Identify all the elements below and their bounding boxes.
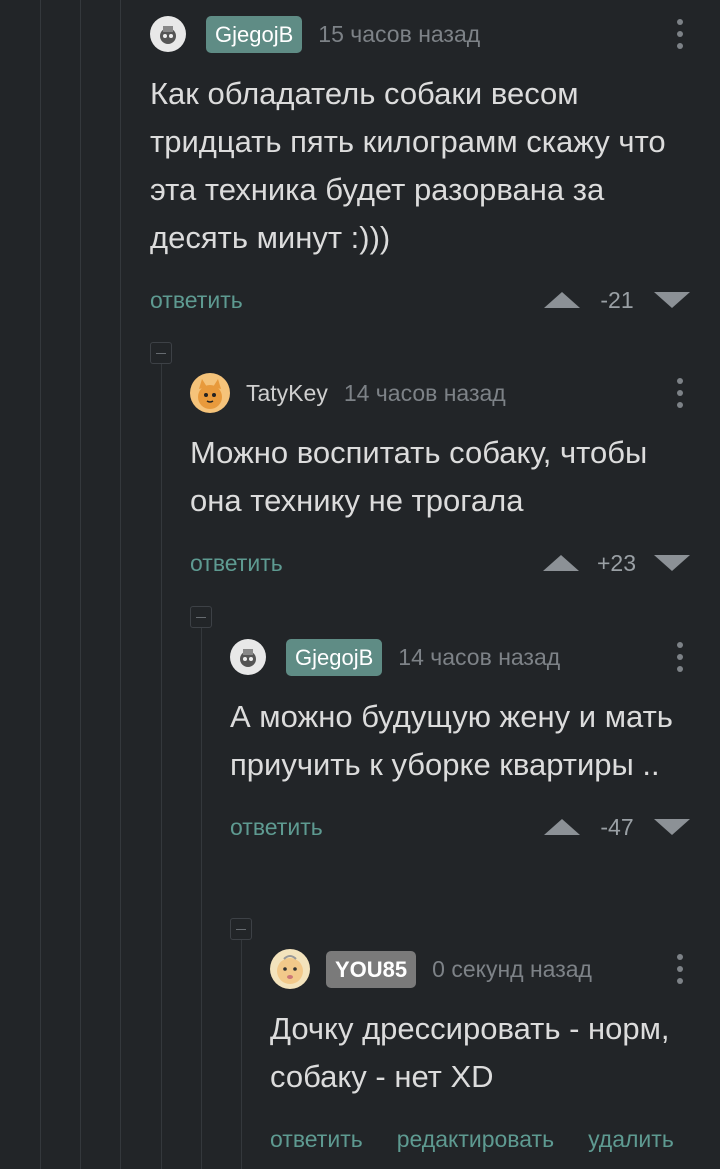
comment-text: Можно воспитать собаку, чтобы она техник… [190, 435, 648, 518]
comment-header: GjegojB 15 часов назад [150, 15, 690, 53]
author-badge[interactable]: GjegojB [206, 15, 303, 53]
comment-footer: ответить -21 [150, 282, 690, 318]
comment-time[interactable]: 14 часов назад [398, 644, 560, 671]
vote-controls: +23 [542, 549, 690, 577]
more-menu-icon[interactable] [670, 951, 690, 987]
comment-footer: ответить -47 [230, 809, 690, 845]
collapse-thread-button[interactable] [190, 606, 212, 628]
edit-link[interactable]: редактировать [397, 1126, 554, 1153]
comment-header: YOU85 0 секунд назад [270, 949, 720, 989]
more-menu-icon[interactable] [670, 375, 690, 411]
more-menu-icon[interactable] [670, 639, 690, 675]
reply-link[interactable]: ответить [190, 550, 283, 577]
author-badge[interactable]: GjegojB [286, 638, 383, 676]
own-author-badge[interactable]: YOU85 [326, 950, 417, 988]
comment-time[interactable]: 14 часов назад [344, 380, 506, 407]
vote-controls: -21 [544, 287, 690, 314]
comment-footer: ответить редактировать удалить [270, 1121, 720, 1157]
upvote-icon[interactable] [544, 292, 580, 308]
reply-link[interactable]: ответить [230, 814, 323, 841]
comment-footer: ответить +23 [190, 545, 690, 581]
comment-score: -47 [600, 813, 634, 840]
collapse-thread-button[interactable] [150, 342, 172, 364]
baby-avatar-icon[interactable] [270, 949, 310, 989]
downvote-icon[interactable] [654, 555, 690, 571]
thread-guide-line [80, 0, 81, 1169]
robot-avatar-icon[interactable] [230, 639, 266, 675]
comment-header: TatyKey 14 часов назад [190, 373, 690, 413]
comment-text: А можно будущую жену и мать приучить к у… [230, 699, 673, 782]
vote-controls: -47 [544, 814, 690, 841]
comment-header: GjegojB 14 часов назад [230, 638, 690, 676]
comment: TatyKey 14 часов назад Можно воспитать с… [190, 373, 690, 581]
thread-guide-line [201, 628, 202, 1169]
comment: GjegojB 14 часов назад А можно будущую ж… [230, 638, 690, 845]
thread-guide-line [241, 940, 242, 1169]
comment-time[interactable]: 15 часов назад [318, 21, 480, 48]
delete-link[interactable]: удалить [588, 1126, 674, 1153]
upvote-icon[interactable] [544, 819, 580, 835]
comment-time[interactable]: 0 секунд назад [432, 956, 592, 983]
reply-link[interactable]: ответить [150, 287, 243, 314]
comment-score: -21 [600, 286, 634, 313]
collapse-thread-button[interactable] [230, 918, 252, 940]
robot-avatar-icon[interactable] [150, 16, 186, 52]
more-menu-icon[interactable] [670, 16, 690, 52]
cat-avatar-icon[interactable] [190, 373, 230, 413]
comment-text: Дочку дрессировать - норм, собаку - нет … [270, 1011, 670, 1094]
comment: GjegojB 15 часов назад Как обладатель со… [150, 15, 690, 318]
comment-text: Как обладатель собаки весом тридцать пят… [150, 76, 666, 255]
thread-guide-line [161, 364, 162, 1169]
thread-guide-line [40, 0, 41, 1169]
comment: YOU85 0 секунд назад Дочку дрессировать … [270, 949, 720, 1157]
downvote-icon[interactable] [654, 819, 690, 835]
comment-score: +23 [596, 549, 636, 576]
comment-actions: ответить редактировать удалить [270, 1126, 674, 1153]
reply-link[interactable]: ответить [270, 1126, 363, 1153]
thread-guide-line [120, 0, 121, 1169]
author-name[interactable]: TatyKey [246, 380, 328, 407]
upvote-icon[interactable] [542, 555, 579, 571]
downvote-icon[interactable] [654, 292, 690, 308]
